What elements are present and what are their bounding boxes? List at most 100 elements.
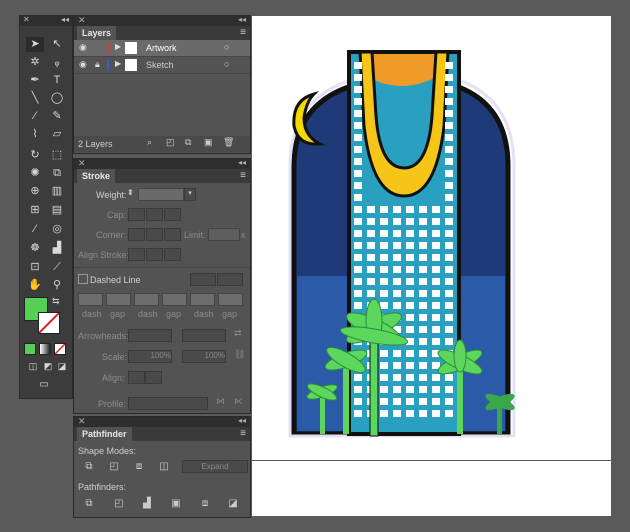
arrow-end-align-button[interactable] [145, 371, 162, 384]
line-tool-icon[interactable]: ╲ [26, 91, 44, 106]
merge-icon[interactable]: ▟ [140, 498, 154, 509]
paintbrush-tool-icon[interactable]: ⁄ [26, 109, 44, 124]
artboard-tool-icon[interactable]: ⊡ [26, 260, 44, 275]
gap-input-1[interactable] [106, 293, 131, 306]
weight-dropdown-icon[interactable]: ▾ [184, 188, 196, 201]
preserve-dash-button[interactable] [190, 273, 216, 286]
new-sublayer-icon[interactable]: ⧉ [185, 137, 191, 148]
gradient-tool-icon[interactable]: ▤ [48, 203, 66, 218]
dashed-line-checkbox[interactable] [78, 274, 88, 284]
divide-icon[interactable]: ⧉ [82, 498, 96, 509]
stroke-swatch[interactable] [38, 312, 60, 334]
exclude-icon[interactable]: ◫ [157, 461, 171, 472]
magic-wand-tool-icon[interactable]: ✲ [26, 55, 44, 70]
blob-brush-tool-icon[interactable]: ⌇ [26, 127, 44, 142]
gradient-mode-icon[interactable] [39, 343, 51, 355]
close-icon[interactable]: ✕ [23, 15, 30, 24]
link-scale-icon[interactable]: ⛓︎ [234, 349, 245, 360]
end-scale-input[interactable]: 100% [182, 350, 226, 363]
rotate-tool-icon[interactable]: ↻ [26, 148, 44, 163]
align-inside-button[interactable] [146, 248, 163, 261]
weight-input[interactable] [138, 188, 184, 201]
expand-triangle-icon[interactable]: ▶ [115, 59, 121, 68]
type-tool-icon[interactable]: T [48, 73, 66, 88]
align-dash-button[interactable] [217, 273, 243, 286]
target-circle-icon[interactable]: ○ [224, 59, 229, 69]
projecting-cap-button[interactable] [164, 208, 181, 221]
tab-layers[interactable]: Layers [77, 26, 117, 40]
direct-selection-tool-icon[interactable]: ↖ [48, 37, 66, 52]
collapse-icon[interactable]: ◂◂ [238, 15, 246, 24]
shape-builder-tool-icon[interactable]: ⊕ [26, 184, 44, 199]
bevel-join-button[interactable] [164, 228, 181, 241]
layer-name[interactable]: Artwork [146, 43, 177, 53]
kingdom-tower-illustration[interactable] [252, 16, 611, 460]
ellipse-tool-icon[interactable]: ◯ [48, 91, 66, 106]
visibility-eye-icon[interactable]: ◉ [79, 42, 87, 53]
unite-icon[interactable]: ⧉ [82, 461, 96, 472]
mesh-tool-icon[interactable]: ⊞ [26, 203, 44, 218]
pencil-tool-icon[interactable]: ✎ [48, 109, 66, 124]
dash-input-2[interactable] [134, 293, 159, 306]
layer-row-sketch[interactable]: ◉ 🔒︎ ▶ Sketch ○ [74, 57, 250, 74]
panel-menu-icon[interactable]: ≡ [240, 428, 246, 439]
round-join-button[interactable] [146, 228, 163, 241]
outline-icon[interactable]: ⧈ [198, 498, 212, 509]
gap-input-3[interactable] [218, 293, 243, 306]
pen-tool-icon[interactable]: ✒ [26, 73, 44, 88]
profile-select[interactable] [128, 397, 208, 410]
close-icon[interactable]: ✕ [78, 158, 86, 169]
align-outside-button[interactable] [164, 248, 181, 261]
crop-icon[interactable]: ▣ [169, 498, 183, 509]
intersect-icon[interactable]: ⧈ [132, 461, 146, 472]
draw-inside-icon[interactable]: ◪ [53, 359, 71, 374]
dash-input-1[interactable] [78, 293, 103, 306]
close-icon[interactable]: ✕ [78, 416, 86, 427]
layer-name[interactable]: Sketch [146, 60, 174, 70]
expand-button[interactable]: Expand [182, 460, 248, 473]
weight-stepper-icon[interactable]: ⬍ [127, 188, 134, 197]
swap-arrowheads-icon[interactable]: ⇄ [234, 328, 242, 339]
column-graph-tool-icon[interactable]: ▟ [48, 241, 66, 256]
expand-triangle-icon[interactable]: ▶ [115, 42, 121, 51]
selection-tool-icon[interactable]: ➤ [26, 37, 44, 52]
perspective-grid-tool-icon[interactable]: ▥ [48, 184, 66, 199]
tab-stroke[interactable]: Stroke [77, 169, 116, 183]
minus-front-icon[interactable]: ◰ [107, 461, 121, 472]
slice-tool-icon[interactable]: ⟋ [48, 260, 66, 275]
dash-input-3[interactable] [190, 293, 215, 306]
arrow-tip-align-button[interactable] [128, 371, 145, 384]
layer-row-artwork[interactable]: ◉ ▶ Artwork ○ [74, 40, 250, 57]
delete-layer-icon[interactable]: 🗑︎ [223, 137, 234, 148]
lock-icon[interactable]: 🔒︎ [95, 59, 100, 70]
warp-tool-icon[interactable]: ✺ [26, 166, 44, 181]
none-mode-icon[interactable] [54, 343, 66, 355]
tools-panel-header[interactable]: ✕ ◂◂ [20, 15, 72, 26]
visibility-eye-icon[interactable]: ◉ [79, 59, 87, 70]
round-cap-button[interactable] [146, 208, 163, 221]
start-arrowhead-select[interactable] [128, 329, 172, 342]
start-scale-input[interactable]: 100% [128, 350, 172, 363]
gap-input-2[interactable] [162, 293, 187, 306]
locate-object-icon[interactable]: ⌕ [147, 137, 152, 148]
swap-fill-stroke-icon[interactable]: ⇆ [52, 296, 60, 307]
limit-input[interactable] [208, 228, 240, 241]
screen-mode-icon[interactable]: ▭ [35, 377, 53, 392]
collapse-icon[interactable]: ◂◂ [238, 158, 246, 167]
collapse-icon[interactable]: ◂◂ [238, 416, 246, 425]
free-transform-tool-icon[interactable]: ⧉ [48, 166, 66, 181]
new-layer-icon[interactable]: ▣ [204, 137, 213, 148]
blend-tool-icon[interactable]: ◎ [48, 222, 66, 237]
miter-join-button[interactable] [128, 228, 145, 241]
lasso-tool-icon[interactable]: ᵩ [48, 55, 66, 70]
symbol-sprayer-tool-icon[interactable]: ☸ [26, 241, 44, 256]
eyedropper-tool-icon[interactable]: ⁄ [26, 222, 44, 237]
end-arrowhead-select[interactable] [182, 329, 226, 342]
scale-tool-icon[interactable]: ⬚ [48, 148, 66, 163]
butt-cap-button[interactable] [128, 208, 145, 221]
flip-across-icon[interactable]: ⋉ [234, 396, 243, 407]
collapse-icon[interactable]: ◂◂ [61, 15, 69, 24]
close-icon[interactable]: ✕ [78, 15, 86, 26]
trim-icon[interactable]: ◰ [112, 498, 126, 509]
flip-along-icon[interactable]: ⋈ [216, 396, 225, 407]
